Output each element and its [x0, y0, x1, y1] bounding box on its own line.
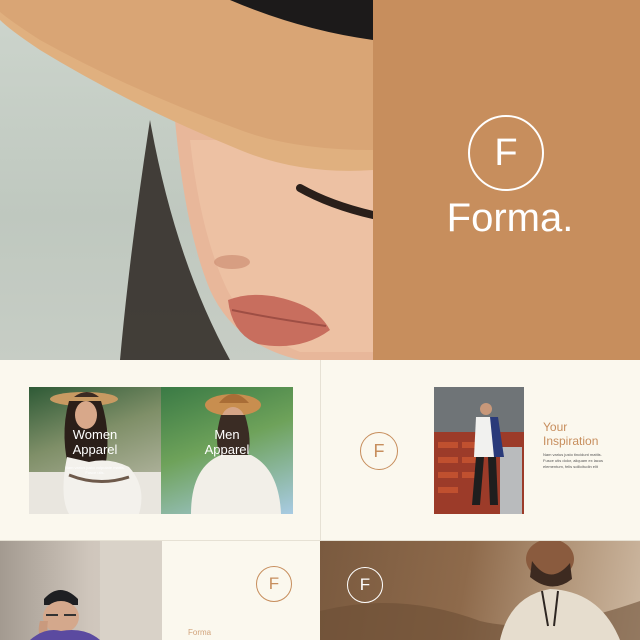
column-divider [320, 360, 321, 540]
women-apparel-title-line2: Apparel [72, 442, 118, 457]
men-apparel-title-line1: Men [214, 427, 240, 442]
logo-letter: F [373, 440, 385, 461]
men-apparel-title-line2: Apparel [204, 442, 250, 457]
forma-slide [162, 541, 320, 640]
forma-logo-icon: F [347, 567, 383, 603]
women-apparel-title-line1: Women [72, 427, 118, 442]
forma-logo-icon: F [360, 432, 398, 470]
brand-name: Forma. [446, 196, 574, 240]
forma-logo-icon: F [468, 115, 544, 191]
brand-name-small: Forma [188, 628, 212, 637]
logo-letter: F [494, 131, 518, 174]
women-apparel-caption: Nam varius justo vulputate mattis. Fusce… [64, 465, 126, 475]
beanie-man-illustration [30, 541, 162, 640]
inspiration-body-text: Nam varius justo tincidunt mattis. Fusce… [543, 452, 604, 469]
inspiration-photo [434, 387, 524, 514]
row-divider [0, 540, 640, 541]
logo-letter: F [359, 575, 371, 594]
stadium-man-illustration [434, 387, 524, 514]
men-apparel-photo: Men Apparel [161, 387, 293, 514]
inspiration-title: Your Inspiration [543, 420, 598, 448]
beanie-man-photo [0, 541, 162, 640]
inspiration-title-line2: Inspiration [543, 434, 599, 448]
inspiration-title-line1: Your [543, 420, 568, 434]
hero-portrait-photo [0, 0, 373, 360]
women-apparel-photo: Women Apparel Nam varius justo vulputate… [29, 387, 161, 514]
hero-portrait-illustration [0, 0, 373, 360]
logo-letter: F [268, 574, 280, 593]
forma-logo-icon: F [256, 566, 292, 602]
